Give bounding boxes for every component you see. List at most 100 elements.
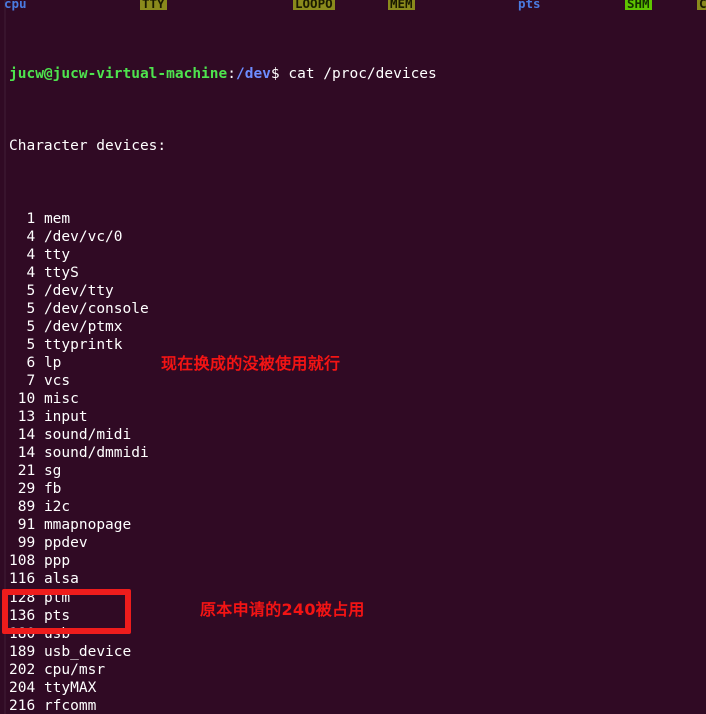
device-name: ttyMAX xyxy=(43,679,97,696)
device-major-number: 216 xyxy=(9,697,36,714)
device-gap xyxy=(35,265,44,281)
device-major-number: 1 xyxy=(26,210,36,227)
device-name: i2c xyxy=(43,499,71,516)
device-name: lp xyxy=(43,354,62,371)
device-major-number: 5 xyxy=(26,336,36,353)
device-gap xyxy=(35,373,44,389)
device-major-number: 13 xyxy=(17,409,36,426)
top-status-item-c[interactable]: C xyxy=(697,0,706,10)
device-gap xyxy=(35,247,44,263)
device-gap xyxy=(35,427,44,443)
top-status-item-pts[interactable]: pts xyxy=(518,0,541,10)
device-major-number: 189 xyxy=(9,643,36,660)
device-row: 4 ttyS xyxy=(0,264,706,282)
device-row-spacer xyxy=(9,247,26,263)
device-gap xyxy=(35,445,44,461)
top-status-item-tty[interactable]: TTY xyxy=(140,0,167,10)
top-status-bar: cpu TTY LOOPO MEM pts SHM C xyxy=(0,0,706,11)
device-major-number: 21 xyxy=(17,463,36,480)
device-major-number: 7 xyxy=(26,372,36,389)
device-major-number: 10 xyxy=(17,390,36,407)
device-major-number: 29 xyxy=(17,481,36,498)
device-gap xyxy=(35,590,44,606)
device-major-number: 136 xyxy=(9,607,36,624)
device-gap xyxy=(35,229,44,245)
device-row: 108 ppp xyxy=(0,552,706,570)
device-major-number: 108 xyxy=(9,553,36,570)
device-row: 4 tty xyxy=(0,246,706,264)
device-name: tty xyxy=(43,246,71,263)
device-major-number: 4 xyxy=(26,246,36,263)
device-row-spacer xyxy=(9,229,26,245)
device-row-spacer xyxy=(9,409,18,425)
device-row: 204 ttyMAX xyxy=(0,679,706,697)
top-status-item-loopo[interactable]: LOOPO xyxy=(293,0,335,10)
prompt-line: jucw@jucw-virtual-machine:/dev$ cat /pro… xyxy=(0,65,706,83)
device-name: /dev/vc/0 xyxy=(43,228,123,245)
device-row: 4 /dev/vc/0 xyxy=(0,228,706,246)
top-status-item-mem[interactable]: MEM xyxy=(388,0,415,10)
device-row: 5 /dev/console xyxy=(0,300,706,318)
device-list: 1 mem 4 /dev/vc/0 4 tty 4 ttyS 5 /dev/tt… xyxy=(0,210,706,714)
device-name: vcs xyxy=(43,372,71,389)
device-gap xyxy=(35,499,44,515)
device-major-number: 14 xyxy=(17,445,36,462)
device-major-number: 202 xyxy=(9,661,36,678)
device-name: ptm xyxy=(43,589,71,606)
device-gap xyxy=(35,553,44,569)
device-name: rfcomm xyxy=(43,697,97,714)
device-row: 180 usb xyxy=(0,625,706,643)
device-row: 6 lp xyxy=(0,354,706,372)
device-row: 216 rfcomm xyxy=(0,697,706,714)
device-name: cpu/msr xyxy=(43,661,106,678)
device-major-number: 99 xyxy=(17,535,36,552)
device-major-number: 5 xyxy=(26,282,36,299)
device-major-number: 5 xyxy=(26,318,36,335)
device-row-spacer xyxy=(9,211,26,227)
device-gap xyxy=(35,626,44,642)
device-gap xyxy=(35,644,44,660)
device-gap xyxy=(35,319,44,335)
prompt-user-host: jucw@jucw-virtual-machine xyxy=(9,66,228,83)
prompt-command: $ cat /proc/devices xyxy=(270,66,437,83)
device-gap xyxy=(35,680,44,696)
device-row-spacer xyxy=(9,337,26,353)
device-row-spacer xyxy=(9,265,26,281)
device-name: mem xyxy=(43,210,71,227)
device-gap xyxy=(35,391,44,407)
top-status-item-shm[interactable]: SHM xyxy=(625,0,652,10)
device-name: input xyxy=(43,409,88,426)
device-row-spacer xyxy=(9,463,18,479)
device-row-spacer xyxy=(9,391,18,407)
device-major-number: 14 xyxy=(17,427,36,444)
device-major-number: 89 xyxy=(17,499,36,516)
device-row: 202 cpu/msr xyxy=(0,661,706,679)
device-row-spacer xyxy=(9,301,26,317)
device-name: alsa xyxy=(43,571,79,588)
device-name: sg xyxy=(43,463,62,480)
device-row-spacer xyxy=(9,283,26,299)
device-row: 14 sound/midi xyxy=(0,426,706,444)
device-name: mmapnopage xyxy=(43,517,132,534)
device-gap xyxy=(35,355,44,371)
device-name: pts xyxy=(43,607,71,624)
device-row-spacer xyxy=(9,445,18,461)
device-major-number: 4 xyxy=(26,264,36,281)
device-row: 189 usb_device xyxy=(0,643,706,661)
device-row-spacer xyxy=(9,355,26,371)
device-row-spacer xyxy=(9,535,18,551)
device-gap xyxy=(35,301,44,317)
device-name: /dev/console xyxy=(43,300,149,317)
top-status-item-cpu[interactable]: cpu xyxy=(4,0,27,10)
device-major-number: 4 xyxy=(26,228,36,245)
terminal-window[interactable]: cpu TTY LOOPO MEM pts SHM C jucw@jucw-virtual-… xyxy=(0,0,706,714)
device-major-number: 6 xyxy=(26,354,36,371)
device-name: ppdev xyxy=(43,535,88,552)
device-major-number: 91 xyxy=(17,517,36,534)
device-row: 7 vcs xyxy=(0,372,706,390)
device-row-spacer xyxy=(9,499,18,515)
device-gap xyxy=(35,463,44,479)
device-name: sound/midi xyxy=(43,427,132,444)
device-row-spacer xyxy=(9,319,26,335)
device-name: ttyS xyxy=(43,264,79,281)
